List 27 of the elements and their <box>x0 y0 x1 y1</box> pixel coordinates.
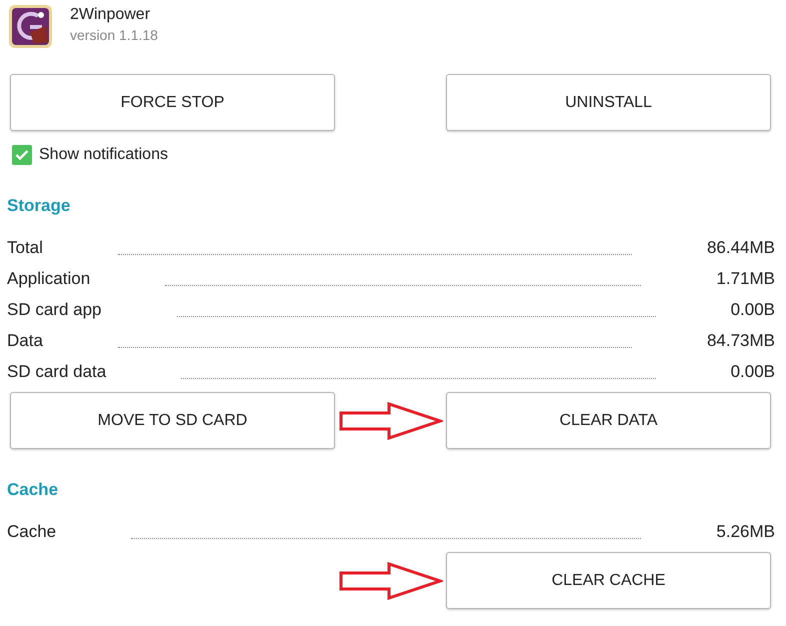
action-button[interactable]: FORCE STOP <box>10 74 335 131</box>
row-value: 84.73MB <box>706 330 775 352</box>
check-icon <box>15 149 29 161</box>
action-button[interactable]: CLEAR DATA <box>446 392 771 449</box>
row-value: 86.44MB <box>706 236 775 259</box>
section-title: Cache <box>7 480 58 499</box>
row-value: 0.00B <box>730 298 775 321</box>
checkbox[interactable] <box>12 145 32 165</box>
action-button[interactable]: CLEAR CACHE <box>446 552 771 609</box>
row-label: Application <box>7 268 90 290</box>
row-value: 0.00B <box>730 360 775 383</box>
row-label: Cache <box>7 520 56 543</box>
action-button[interactable]: UNINSTALL <box>446 74 771 131</box>
row-label: SD card data <box>7 360 106 383</box>
row-label: Data <box>7 330 43 352</box>
checkbox-label: Show notifications <box>39 145 168 165</box>
action-button[interactable]: MOVE TO SD CARD <box>10 392 335 449</box>
app-version: version 1.1.18 <box>70 26 158 44</box>
row-label: Total <box>7 236 43 259</box>
arrow-icon <box>338 562 442 600</box>
row-value: 1.71MB <box>716 268 775 290</box>
row-label: SD card app <box>7 298 102 321</box>
app-name: 2Winpower <box>70 5 152 25</box>
row-value: 5.26MB <box>716 520 775 543</box>
section-title: Storage <box>7 196 70 215</box>
arrow-icon <box>338 402 442 440</box>
app-icon <box>8 4 53 49</box>
